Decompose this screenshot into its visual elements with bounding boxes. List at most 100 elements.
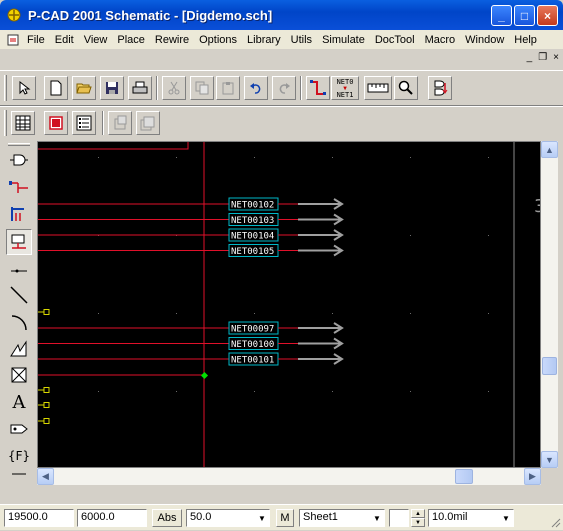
minimize-button[interactable]: _ — [491, 5, 512, 26]
net-rename-button[interactable]: NET0 ▼ NET1 — [331, 76, 359, 100]
text-icon: A — [12, 391, 26, 413]
off-sheet-label: 3 — [534, 196, 541, 217]
paste-button[interactable] — [216, 76, 240, 100]
place-pin-tool[interactable] — [6, 258, 32, 284]
place-arc-tool[interactable] — [6, 309, 32, 335]
line-icon — [10, 286, 28, 304]
arrow-down-icon: ▼ — [545, 454, 554, 465]
stack-down-icon — [140, 116, 155, 131]
chip-icon — [49, 116, 63, 130]
place-text-tool[interactable]: A — [6, 389, 32, 415]
line-width-value: 10.0mil — [432, 511, 468, 523]
printer-icon — [132, 81, 148, 94]
port-arrow — [298, 213, 344, 226]
arrow-right-icon: ▶ — [529, 471, 536, 481]
vertical-scrollbar[interactable]: ▲ ▼ — [541, 141, 558, 468]
close-button[interactable]: × — [537, 5, 558, 26]
place-field-tool[interactable] — [6, 362, 32, 388]
place-more-tool[interactable] — [6, 469, 32, 483]
select-tool-button[interactable] — [12, 76, 36, 100]
vertical-scroll-thumb[interactable] — [542, 357, 557, 375]
spreadsheet-button[interactable] — [11, 111, 35, 135]
menu-window[interactable]: Window — [460, 34, 509, 46]
maximize-button[interactable]: □ — [514, 5, 535, 26]
move-down-button[interactable] — [136, 111, 160, 135]
net-label: NET00101 — [231, 356, 274, 366]
horizontal-scroll-thumb[interactable] — [455, 469, 473, 484]
place-bus-tool[interactable] — [6, 201, 32, 227]
scroll-down-button[interactable]: ▼ — [541, 451, 558, 468]
save-button[interactable] — [100, 76, 124, 100]
new-button[interactable] — [44, 76, 68, 100]
menu-doctool[interactable]: DocTool — [370, 34, 420, 46]
menu-view[interactable]: View — [79, 34, 113, 46]
chevron-down-icon: ▼ — [258, 513, 266, 523]
tag-icon — [10, 424, 28, 434]
x-coordinate-field[interactable]: 19500.0 — [4, 509, 74, 527]
arrow-left-icon: ◀ — [42, 471, 49, 481]
y-coordinate-field[interactable]: 6000.0 — [77, 509, 147, 527]
grid-size-select[interactable]: 50.0 ▼ — [186, 509, 270, 527]
m-toggle-button[interactable]: M — [276, 509, 294, 527]
line-width-select[interactable]: 10.0mil ▼ — [428, 509, 514, 527]
resize-grip-icon[interactable] — [549, 516, 561, 528]
color-swatch[interactable] — [389, 509, 409, 527]
width-spinner[interactable]: ▲ ▼ — [411, 509, 425, 527]
menu-help[interactable]: Help — [509, 34, 542, 46]
sheet-select[interactable]: Sheet1 ▼ — [299, 509, 385, 527]
scissors-icon — [168, 81, 180, 95]
zoom-button[interactable] — [394, 76, 418, 100]
copy-button[interactable] — [190, 76, 214, 100]
cut-button[interactable] — [162, 76, 186, 100]
menu-macro[interactable]: Macro — [420, 34, 461, 46]
table-icon — [15, 115, 31, 131]
box-cross-icon — [11, 367, 27, 383]
place-attribute-tool[interactable] — [6, 416, 32, 442]
print-button[interactable] — [128, 76, 152, 100]
menu-library[interactable]: Library — [242, 34, 286, 46]
horizontal-scrollbar[interactable]: ◀ ▶ — [37, 468, 541, 485]
route-wire-button[interactable] — [306, 76, 330, 100]
spin-down-icon[interactable]: ▼ — [411, 518, 425, 527]
menu-options[interactable]: Options — [194, 34, 242, 46]
gate-swap-button[interactable] — [428, 76, 452, 100]
component-button[interactable] — [44, 111, 68, 135]
mdi-close-button[interactable]: × — [553, 52, 559, 63]
wire-icon — [310, 80, 326, 95]
schematic-canvas[interactable]: NET00102 NET00103 NET00104 NET00105 NET0009… — [37, 141, 541, 468]
mdi-minimize-button[interactable]: _ — [527, 52, 533, 63]
menu-place[interactable]: Place — [112, 34, 150, 46]
place-polygon-tool[interactable] — [6, 336, 32, 362]
place-line-tool[interactable] — [6, 282, 32, 308]
function-icon: {F} — [8, 449, 30, 463]
menu-simulate[interactable]: Simulate — [317, 34, 370, 46]
cursor-icon — [19, 81, 31, 95]
title-bar: P-CAD 2001 Schematic - [Digdemo.sch] _ □… — [0, 0, 563, 30]
list-button[interactable] — [72, 111, 96, 135]
app-icon — [6, 7, 22, 23]
scroll-left-button[interactable]: ◀ — [37, 468, 54, 485]
measure-button[interactable] — [364, 76, 392, 100]
spin-up-icon[interactable]: ▲ — [411, 509, 425, 518]
place-function-tool[interactable]: {F} — [6, 443, 32, 469]
mdi-restore-button[interactable]: ❐ — [538, 52, 547, 63]
scroll-up-button[interactable]: ▲ — [541, 141, 558, 158]
redo-button[interactable] — [272, 76, 296, 100]
bus-icon — [11, 207, 24, 221]
port-icon — [11, 234, 26, 249]
place-wire-tool[interactable] — [6, 174, 32, 200]
abs-toggle-button[interactable]: Abs — [152, 509, 182, 527]
scroll-right-button[interactable]: ▶ — [524, 468, 541, 485]
net-label: NET00105 — [231, 247, 274, 257]
menu-edit[interactable]: Edit — [50, 34, 79, 46]
move-up-button[interactable] — [108, 111, 132, 135]
document-icon[interactable] — [6, 33, 22, 47]
open-button[interactable] — [72, 76, 96, 100]
menu-file[interactable]: File — [22, 34, 50, 46]
undo-button[interactable] — [244, 76, 268, 100]
chevron-down-icon: ▼ — [373, 513, 381, 523]
menu-utils[interactable]: Utils — [286, 34, 317, 46]
place-part-tool[interactable] — [6, 147, 32, 173]
place-port-tool[interactable] — [6, 229, 32, 255]
menu-rewire[interactable]: Rewire — [150, 34, 194, 46]
